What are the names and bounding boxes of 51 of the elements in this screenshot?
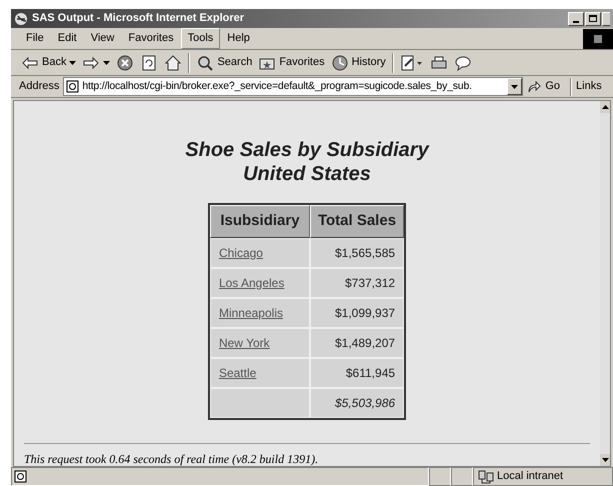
home-icon[interactable] <box>164 54 182 72</box>
footer-note: This request took 0.64 seconds of real time (v8.2 build 1391). <box>23 451 320 466</box>
toolbar-label[interactable]: Favorites <box>279 54 325 71</box>
column-header: Isubsidiary <box>210 205 310 238</box>
toolbar-label[interactable]: Back <box>42 54 66 71</box>
browser-logo-icon <box>14 12 28 26</box>
address-field[interactable]: http://localhost/cgi-bin/broker.exe?_service=default&_program=sugicode.sales_by_sub. <box>63 77 524 96</box>
report-subtitle: United States <box>243 162 371 186</box>
menu-item[interactable]: View <box>84 28 122 49</box>
menu-item[interactable]: Edit <box>50 28 84 49</box>
speech-bubble-icon[interactable] <box>454 54 472 72</box>
refresh-icon[interactable] <box>140 54 158 72</box>
printer-icon[interactable] <box>430 54 448 72</box>
dropdown-button[interactable] <box>507 78 522 95</box>
go-button[interactable]: Go <box>545 78 560 95</box>
table-cell: $1,489,207 <box>310 328 404 358</box>
stop-icon[interactable] <box>116 54 134 72</box>
page-icon <box>66 80 80 93</box>
column-header: Total Sales <box>310 205 404 238</box>
minimize-button[interactable] <box>568 12 584 26</box>
go-arrow-icon[interactable] <box>527 80 542 94</box>
network-icon <box>478 470 494 484</box>
table-cell: $1,099,937 <box>310 298 404 328</box>
history-icon[interactable] <box>330 54 349 72</box>
toolbar-label[interactable]: History <box>352 54 386 71</box>
toolbar-label[interactable]: Search <box>217 54 252 71</box>
menu-item[interactable]: Tools <box>180 28 220 49</box>
scroll-down-icon[interactable] <box>602 458 608 462</box>
total-cell: $5,503,986 <box>310 388 404 418</box>
menu-item[interactable]: Help <box>220 28 257 49</box>
maximize-button[interactable] <box>585 12 601 26</box>
zone-label: Local intranet <box>497 469 564 484</box>
close-button[interactable] <box>602 12 610 26</box>
edit-icon[interactable] <box>400 54 424 72</box>
table-cell: $737,312 <box>310 268 404 298</box>
window-title: SAS Output - Microsoft Internet Explorer <box>32 11 246 26</box>
scrollbar[interactable] <box>600 101 610 466</box>
table-cell: $611,945 <box>310 358 404 388</box>
table-cell: $1,565,585 <box>310 238 404 268</box>
subsidiary-link[interactable]: Seattle <box>218 366 256 380</box>
menu-item[interactable]: Favorites <box>121 28 181 49</box>
page-icon <box>14 470 27 483</box>
scroll-up-icon[interactable] <box>602 105 608 109</box>
caret-icon[interactable] <box>69 60 76 64</box>
address-label: Address <box>19 79 60 94</box>
links-button[interactable]: Links <box>576 78 602 95</box>
report-title: Shoe Sales by Subsidiary <box>185 138 429 162</box>
caret-icon <box>511 84 518 88</box>
caret-icon[interactable] <box>103 60 110 64</box>
menu-item[interactable]: File <box>19 28 51 49</box>
search-icon[interactable] <box>196 54 214 72</box>
